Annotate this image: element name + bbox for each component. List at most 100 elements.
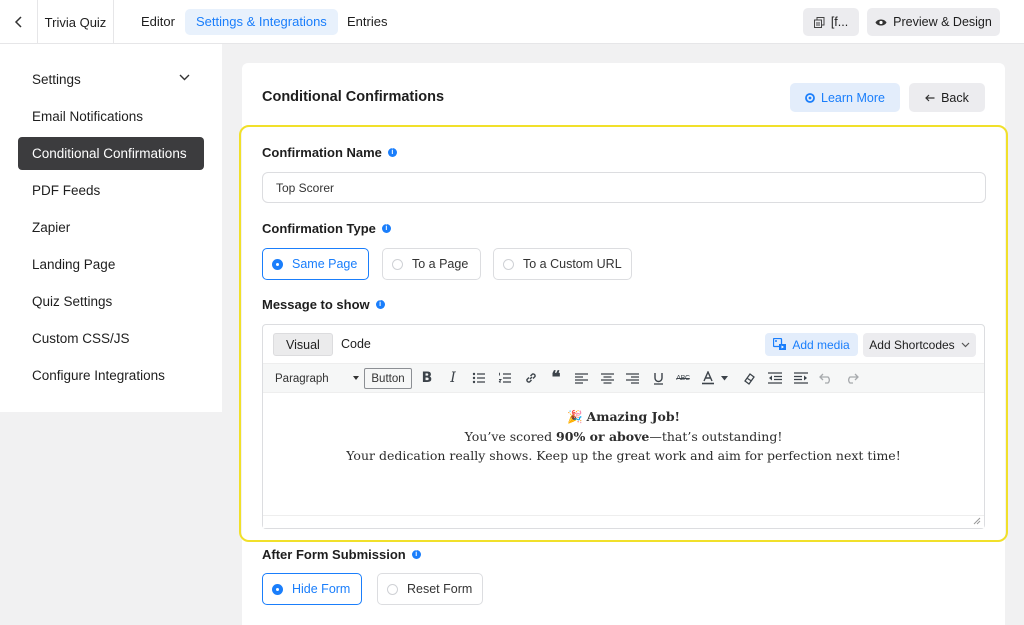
info-circle-icon bbox=[805, 92, 815, 103]
bold-icon[interactable]: B bbox=[418, 369, 436, 387]
radio-circle-icon bbox=[392, 258, 403, 270]
message-label: Message to show i bbox=[262, 297, 385, 312]
info-icon[interactable]: i bbox=[375, 300, 385, 309]
radio-label: To a Custom URL bbox=[523, 257, 622, 271]
eye-icon bbox=[875, 19, 887, 25]
sidebar-item-pdf-feeds[interactable]: PDF Feeds bbox=[18, 174, 204, 207]
sidebar-item-custom-css-js[interactable]: Custom CSS/JS bbox=[18, 322, 204, 355]
editor-content[interactable]: 🎉 Amazing Job! You’ve scored 90% or abov… bbox=[263, 407, 984, 466]
clear-formatting-icon[interactable] bbox=[740, 369, 758, 387]
preview-label: Preview & Design bbox=[893, 15, 992, 29]
back-button[interactable]: Back bbox=[909, 83, 985, 112]
add-shortcodes-label: Add Shortcodes bbox=[869, 338, 955, 352]
tab-editor[interactable]: Editor bbox=[130, 9, 186, 35]
back-label: Back bbox=[941, 90, 969, 105]
after-submission-text: After Form Submission bbox=[262, 547, 406, 562]
radio-label: Hide Form bbox=[292, 582, 351, 596]
confirmation-name-label: Confirmation Name i bbox=[262, 145, 397, 160]
message-label-text: Message to show bbox=[262, 297, 370, 312]
sidebar-item-configure-integrations[interactable]: Configure Integrations bbox=[18, 359, 204, 392]
redo-icon[interactable] bbox=[843, 369, 861, 387]
align-left-icon[interactable] bbox=[572, 369, 590, 387]
sidebar-item-landing-page[interactable]: Landing Page bbox=[18, 248, 204, 281]
format-select-value: Paragraph bbox=[275, 372, 329, 385]
caret-down-icon bbox=[353, 376, 359, 380]
learn-more-label: Learn More bbox=[821, 90, 885, 105]
radio-circle-icon bbox=[503, 258, 514, 270]
format-select[interactable]: Paragraph bbox=[267, 368, 361, 389]
resize-handle-icon[interactable] bbox=[973, 517, 981, 525]
tab-entries[interactable]: Entries bbox=[336, 9, 398, 35]
top-bar: Trivia Quiz Editor Settings & Integratio… bbox=[0, 0, 1024, 44]
radio-circle-icon bbox=[387, 583, 398, 595]
tab-visual[interactable]: Visual bbox=[273, 333, 333, 356]
sidebar-item-email-notifications[interactable]: Email Notifications bbox=[18, 100, 204, 133]
indent-icon[interactable] bbox=[792, 369, 810, 387]
arrow-left-icon bbox=[925, 94, 935, 101]
copy-icon bbox=[813, 16, 825, 28]
link-icon[interactable] bbox=[522, 369, 540, 387]
media-icon bbox=[773, 338, 787, 350]
radio-same-page[interactable]: Same Page bbox=[262, 248, 369, 280]
learn-more-button[interactable]: Learn More bbox=[790, 83, 900, 112]
radio-hide-form[interactable]: Hide Form bbox=[262, 573, 362, 605]
sidebar-item-settings[interactable]: Settings bbox=[18, 63, 204, 96]
blockquote-icon[interactable]: ❝ bbox=[547, 368, 565, 387]
radio-circle-icon bbox=[272, 258, 283, 270]
radio-label: Reset Form bbox=[407, 582, 473, 596]
shortcode-copy-button[interactable]: [f... bbox=[803, 8, 859, 36]
confirmation-name-text: Confirmation Name bbox=[262, 145, 382, 160]
underline-icon[interactable] bbox=[649, 369, 667, 387]
info-icon[interactable]: i bbox=[411, 550, 421, 559]
page-title: Conditional Confirmations bbox=[262, 89, 445, 105]
strikethrough-icon[interactable]: ABC bbox=[674, 369, 692, 387]
outdent-icon[interactable] bbox=[766, 369, 784, 387]
add-media-button[interactable]: Add media bbox=[765, 333, 858, 356]
tab-settings-integrations[interactable]: Settings & Integrations bbox=[185, 9, 338, 35]
party-popper-icon: 🎉 bbox=[566, 409, 583, 424]
add-shortcodes-dropdown[interactable]: Add Shortcodes bbox=[863, 333, 976, 357]
radio-label: Same Page bbox=[292, 257, 358, 271]
editor-toolbar: Paragraph Button B I ❝ ABC bbox=[263, 363, 984, 393]
editor-status-bar bbox=[263, 515, 984, 528]
after-submission-label: After Form Submission i bbox=[262, 547, 421, 562]
sidebar-item-conditional-confirmations[interactable]: Conditional Confirmations bbox=[18, 137, 204, 170]
numbered-list-icon[interactable] bbox=[496, 369, 514, 387]
align-right-icon[interactable] bbox=[623, 369, 641, 387]
sidebar-item-label: Settings bbox=[32, 72, 81, 87]
bullet-list-icon[interactable] bbox=[470, 369, 488, 387]
radio-label: To a Page bbox=[412, 257, 469, 271]
radio-to-a-page[interactable]: To a Page bbox=[382, 248, 481, 280]
confirmation-type-label: Confirmation Type i bbox=[262, 221, 391, 236]
info-icon[interactable]: i bbox=[387, 148, 397, 157]
content-bold-text: 90% or above bbox=[556, 428, 650, 444]
settings-sidebar: Settings Email Notifications Conditional… bbox=[0, 44, 222, 412]
radio-reset-form[interactable]: Reset Form bbox=[377, 573, 483, 605]
undo-icon[interactable] bbox=[817, 369, 835, 387]
text-color-icon[interactable] bbox=[699, 369, 717, 387]
back-arrow-icon[interactable] bbox=[0, 0, 38, 44]
tab-code[interactable]: Code bbox=[329, 333, 383, 356]
content-line-3: Your dedication really shows. Keep up th… bbox=[346, 448, 901, 463]
confirmation-name-input[interactable] bbox=[262, 172, 986, 203]
chevron-down-icon bbox=[179, 74, 190, 81]
align-center-icon[interactable] bbox=[598, 369, 616, 387]
info-icon[interactable]: i bbox=[381, 224, 391, 233]
shortcode-label: [f... bbox=[830, 15, 849, 29]
insert-button-tool[interactable]: Button bbox=[364, 368, 412, 389]
radio-circle-icon bbox=[272, 583, 283, 595]
form-title: Trivia Quiz bbox=[38, 0, 114, 44]
caret-down-icon[interactable] bbox=[719, 369, 729, 387]
content-text: You’ve scored bbox=[464, 428, 557, 444]
italic-icon[interactable]: I bbox=[444, 369, 462, 387]
preview-design-button[interactable]: Preview & Design bbox=[867, 8, 1000, 36]
content-text: —that’s outstanding! bbox=[649, 428, 783, 444]
sidebar-item-zapier[interactable]: Zapier bbox=[18, 211, 204, 244]
chevron-down-icon bbox=[961, 342, 970, 348]
content-heading: Amazing Job! bbox=[586, 409, 681, 424]
radio-to-custom-url[interactable]: To a Custom URL bbox=[493, 248, 632, 280]
sidebar-item-quiz-settings[interactable]: Quiz Settings bbox=[18, 285, 204, 318]
message-editor: Visual Code Add media Add Shortcodes Par… bbox=[262, 324, 985, 529]
content-line-2: You’ve scored 90% or above—that’s outsta… bbox=[263, 427, 984, 447]
confirmation-type-text: Confirmation Type bbox=[262, 221, 376, 236]
